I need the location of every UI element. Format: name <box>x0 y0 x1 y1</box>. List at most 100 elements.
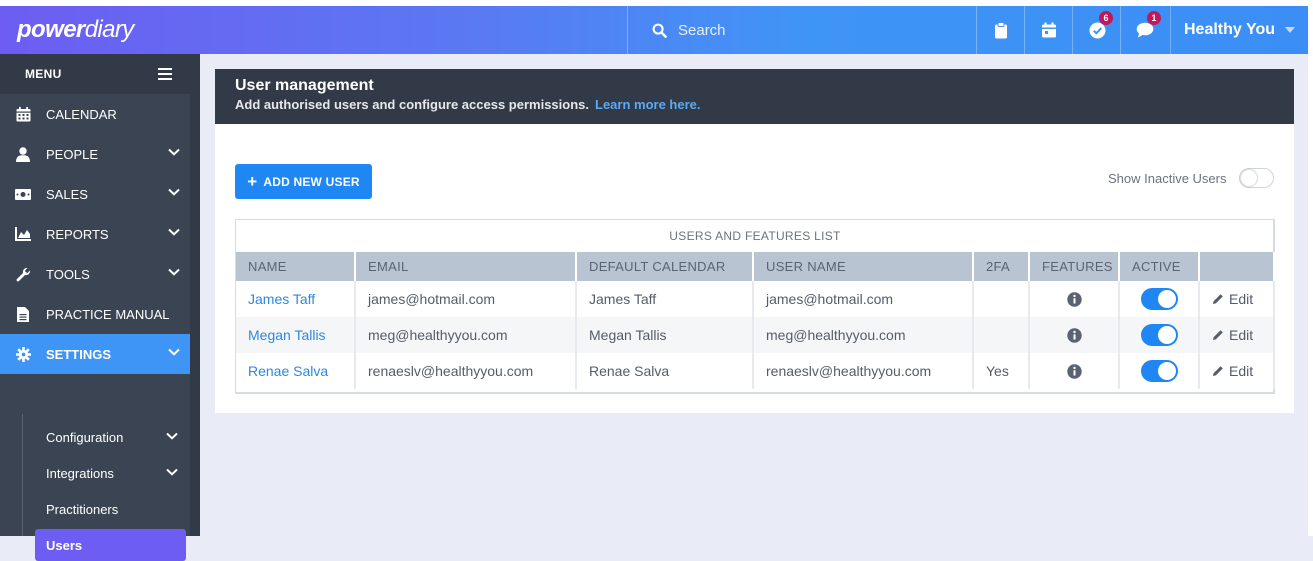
edit-button[interactable]: Edit <box>1212 291 1273 307</box>
sidebar-item-practice-manual[interactable]: PRACTICE MANUAL <box>0 294 190 334</box>
user-email: james@hotmail.com <box>355 281 577 317</box>
tasks-button[interactable]: 6 <box>1072 6 1121 54</box>
show-inactive-label: Show Inactive Users <box>1108 171 1227 186</box>
person-icon <box>15 146 31 162</box>
user-2fa: Yes <box>973 353 1030 389</box>
edit-button[interactable]: Edit <box>1212 327 1273 343</box>
info-icon[interactable] <box>1066 292 1082 308</box>
page-title: User management <box>235 77 374 94</box>
sidebar: MENU CALENDAR PEOPLE SALES REPORTS TOOLS <box>0 54 200 561</box>
add-new-user-button[interactable]: + ADD NEW USER <box>235 164 372 199</box>
col-header-active[interactable]: ACTIVE <box>1119 252 1200 281</box>
user-email: renaeslv@healthyyou.com <box>355 353 577 389</box>
sidebar-item-label: REPORTS <box>46 226 109 242</box>
col-header-actions <box>1199 252 1275 281</box>
sidebar-item-label: TOOLS <box>46 266 90 282</box>
edit-button[interactable]: Edit <box>1212 363 1273 379</box>
toggle-knob <box>1157 362 1176 380</box>
col-header-2fa[interactable]: 2FA <box>973 252 1030 281</box>
active-toggle[interactable] <box>1140 360 1178 382</box>
sidebar-subitem-configuration[interactable]: Configuration <box>35 421 186 453</box>
search-input[interactable] <box>676 20 960 40</box>
plus-icon: + <box>247 171 258 191</box>
col-header-name[interactable]: NAME <box>236 252 356 281</box>
chevron-down-icon <box>166 468 178 476</box>
user-username: meg@healthyyou.com <box>753 317 974 353</box>
info-icon[interactable] <box>1066 328 1082 344</box>
table-caption: USERS AND FEATURES LIST <box>669 229 841 243</box>
toggle-knob <box>1241 170 1257 186</box>
user-default-calendar: James Taff <box>576 281 754 317</box>
table-row: James Taff james@hotmail.com James Taff … <box>236 281 1275 317</box>
user-name-link[interactable]: Renae Salva <box>236 353 356 389</box>
gear-icon <box>15 346 31 362</box>
subtitle-text: Add authorised users and configure acces… <box>235 97 589 112</box>
toggle-knob <box>1157 290 1176 308</box>
search-area[interactable] <box>627 6 977 54</box>
clipboard-icon <box>995 21 1007 38</box>
calendar-button[interactable] <box>1024 6 1073 54</box>
sidebar-item-people[interactable]: PEOPLE <box>0 134 190 174</box>
hamburger-icon[interactable] <box>158 68 172 80</box>
user-name-link[interactable]: James Taff <box>236 281 356 317</box>
show-inactive-toggle[interactable] <box>1239 168 1274 188</box>
users-table-container: USERS AND FEATURES LIST NAME EMAIL DEFAU… <box>235 219 1275 394</box>
messages-badge: 1 <box>1147 11 1161 25</box>
user-username: renaeslv@healthyyou.com <box>753 353 974 389</box>
sidebar-item-label: PRACTICE MANUAL <box>46 306 170 322</box>
sidebar-subitem-practitioners[interactable]: Practitioners <box>35 493 186 525</box>
calendar-top-icon <box>1042 22 1056 38</box>
sidebar-item-reports[interactable]: REPORTS <box>0 214 190 254</box>
active-toggle[interactable] <box>1140 324 1178 346</box>
document-icon <box>15 306 31 322</box>
settings-submenu: Configuration Integrations Practitioners… <box>22 414 191 561</box>
col-header-email[interactable]: EMAIL <box>355 252 577 281</box>
user-2fa <box>973 317 1030 353</box>
active-cell <box>1119 281 1200 317</box>
user-2fa <box>973 281 1030 317</box>
menu-label: MENU <box>25 67 62 81</box>
logo-bold: power <box>17 16 85 43</box>
top-bar: powerdiary 6 1 Healthy You <box>0 6 1308 54</box>
user-name-link[interactable]: Megan Tallis <box>236 317 356 353</box>
learn-more-link[interactable]: Learn more here. <box>595 97 701 112</box>
table-header-row: NAME EMAIL DEFAULT CALENDAR USER NAME 2F… <box>236 252 1275 281</box>
col-header-default-calendar[interactable]: DEFAULT CALENDAR <box>576 252 754 281</box>
user-username: james@hotmail.com <box>753 281 974 317</box>
user-name: Healthy You <box>1184 21 1275 38</box>
info-icon[interactable] <box>1066 364 1082 380</box>
edit-cell: Edit <box>1199 317 1275 353</box>
chevron-down-icon <box>166 432 178 440</box>
sidebar-item-sales[interactable]: SALES <box>0 174 190 214</box>
table-row: Megan Tallis meg@healthyyou.com Megan Ta… <box>236 317 1275 353</box>
sidebar-item-calendar[interactable]: CALENDAR <box>0 94 190 134</box>
user-menu[interactable]: Healthy You <box>1170 6 1309 54</box>
sidebar-subitem-users[interactable]: Users <box>35 529 186 561</box>
chart-icon <box>15 226 31 242</box>
user-email: meg@healthyyou.com <box>355 317 577 353</box>
active-toggle[interactable] <box>1140 288 1178 310</box>
col-header-features[interactable]: FEATURES <box>1029 252 1120 281</box>
user-default-calendar: Megan Tallis <box>576 317 754 353</box>
add-button-label: ADD NEW USER <box>263 174 360 189</box>
sidebar-subitem-integrations[interactable]: Integrations <box>35 457 186 489</box>
sidebar-item-label: SETTINGS <box>46 346 112 362</box>
search-icon <box>652 23 667 38</box>
powerdiary-logo[interactable]: powerdiary <box>17 16 134 44</box>
active-cell <box>1119 317 1200 353</box>
col-header-user-name[interactable]: USER NAME <box>753 252 974 281</box>
messages-button[interactable]: 1 <box>1120 6 1169 54</box>
page-subtitle: Add authorised users and configure acces… <box>235 97 701 112</box>
edit-cell: Edit <box>1199 281 1275 317</box>
calendar-icon <box>15 106 31 122</box>
sidebar-item-settings[interactable]: SETTINGS <box>0 334 190 374</box>
users-table: NAME EMAIL DEFAULT CALENDAR USER NAME 2F… <box>236 252 1275 389</box>
sidebar-item-label: SALES <box>46 186 88 202</box>
money-icon <box>15 186 31 202</box>
clipboard-button[interactable] <box>976 6 1025 54</box>
sidebar-item-tools[interactable]: TOOLS <box>0 254 190 294</box>
pencil-icon <box>1213 294 1223 304</box>
table-row: Renae Salva renaeslv@healthyyou.com Rena… <box>236 353 1275 389</box>
card-header: User management Add authorised users and… <box>215 69 1294 124</box>
features-cell <box>1029 353 1120 389</box>
